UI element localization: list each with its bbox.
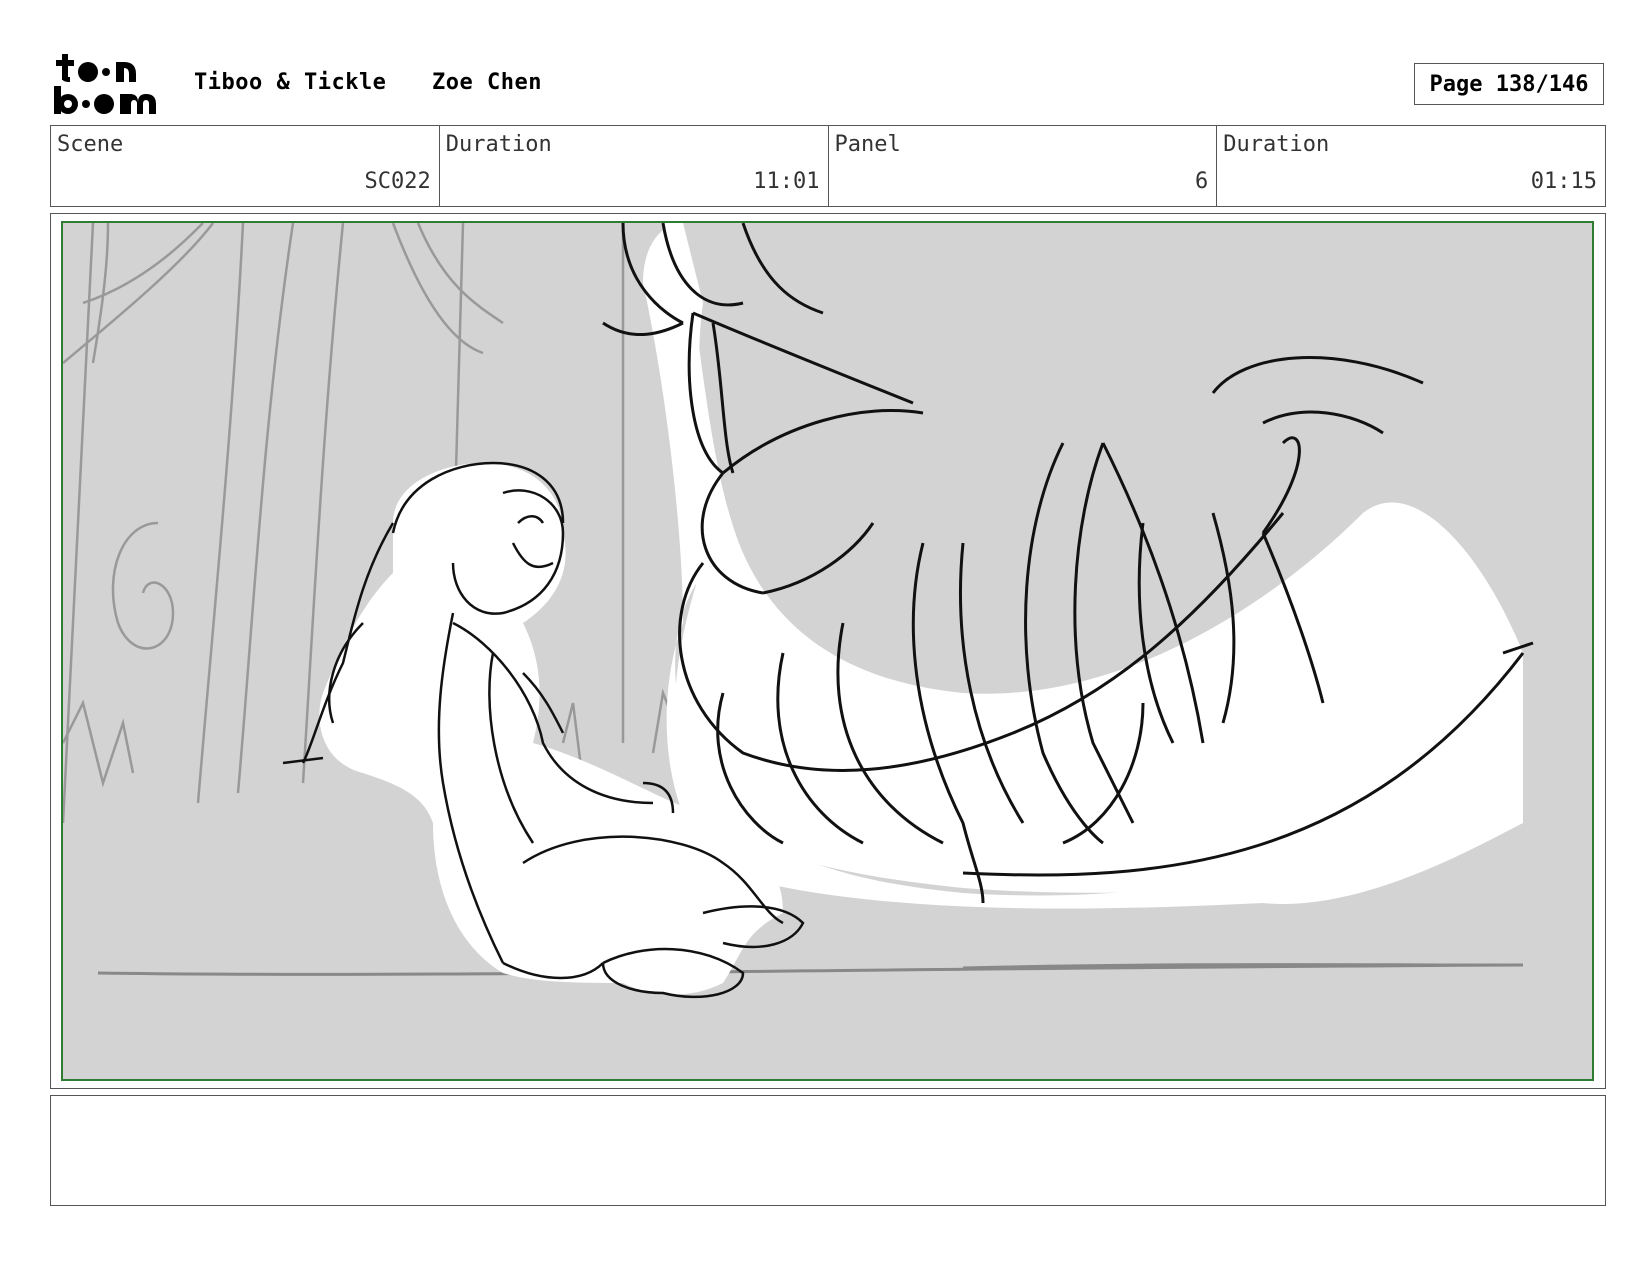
page-number: Page 138/146 [1414,63,1604,105]
scene-duration-label: Duration [445,132,552,157]
storyboard-sketch-image [63,223,1534,999]
scene-value: SC022 [364,169,431,194]
panel-label: Panel [834,132,901,157]
panel-value: 6 [1195,169,1209,194]
scene-label: Scene [57,132,124,157]
scene-info-bar: Scene SC022 Duration 11:01 Panel 6 Durat… [50,125,1606,207]
panel-cell: Panel 6 [829,126,1218,206]
scene-duration-cell: Duration 11:01 [440,126,829,206]
author-name: Zoe Chen [432,70,542,95]
toonboom-logo-icon [54,54,156,114]
panel-duration-label: Duration [1223,132,1330,157]
panel-duration-value: 01:15 [1530,169,1597,194]
scene-cell: Scene SC022 [51,126,440,206]
storyboard-panel [61,221,1594,1081]
scene-duration-value: 11:01 [753,169,820,194]
ground-line [97,963,1524,976]
panel-notes[interactable] [50,1095,1606,1206]
panel-duration-cell: Duration 01:15 [1217,126,1605,206]
creature-sketch [602,223,1534,909]
project-title: Tiboo & Tickle [194,70,387,95]
